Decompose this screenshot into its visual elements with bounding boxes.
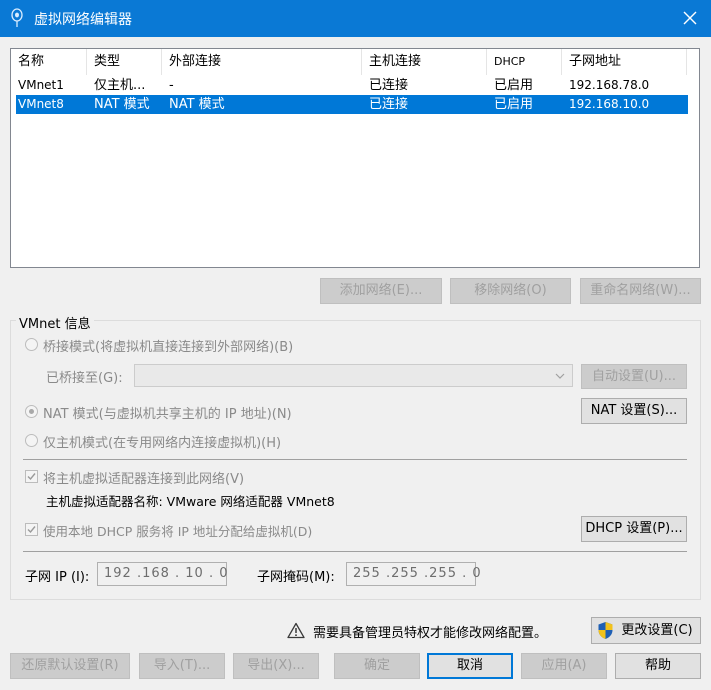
nat-mode-label[interactable]: NAT 模式(与虚拟机共享主机的 IP 地址)(N)	[43, 403, 292, 422]
subnet-mask-field[interactable]: 255 .255 .255 . 0	[346, 562, 481, 586]
network-editor-icon	[11, 8, 23, 27]
auto-settings-button[interactable]: 自动设置(U)...	[581, 364, 687, 389]
list-item[interactable]: VMnet1 仅主机... - 已连接 已启用 192.168.78.0	[16, 76, 688, 95]
column-header-dhcp[interactable]: DHCP	[487, 49, 562, 75]
bridged-mode-label[interactable]: 桥接模式(将虚拟机直接连接到外部网络)(B)	[43, 336, 293, 355]
check-icon	[27, 526, 36, 534]
list-header: 名称 类型 外部连接 主机连接 DHCP 子网地址	[11, 49, 699, 75]
check-icon	[27, 473, 36, 481]
divider	[23, 551, 687, 552]
chevron-down-icon	[555, 373, 565, 379]
bridged-to-select[interactable]	[134, 364, 573, 387]
column-header-type[interactable]: 类型	[87, 49, 162, 75]
change-settings-label: 更改设置(C)	[621, 623, 693, 638]
column-header-host[interactable]: 主机连接	[362, 49, 487, 75]
subnet-ip-label: 子网 IP (I):	[25, 570, 90, 585]
network-subnet: 192.168.10.0	[569, 97, 650, 111]
subnet-ip-field[interactable]: 192 .168 . 10 . 0	[97, 562, 228, 586]
network-host-connection: 已连接	[369, 78, 409, 93]
network-list[interactable]: 名称 类型 外部连接 主机连接 DHCP 子网地址 VMnet1 仅主机... …	[10, 48, 700, 268]
column-header-name[interactable]: 名称	[11, 49, 87, 75]
host-only-mode-radio[interactable]	[25, 434, 38, 447]
apply-button[interactable]: 应用(A)	[521, 653, 607, 679]
column-header-subnet[interactable]: 子网地址	[562, 49, 687, 75]
admin-notice-text: 需要具备管理员特权才能修改网络配置。	[313, 626, 548, 641]
dhcp-settings-button[interactable]: DHCP 设置(P)...	[581, 516, 687, 542]
remove-network-button[interactable]: 移除网络(O)	[450, 278, 571, 304]
cancel-button[interactable]: 取消	[427, 653, 513, 679]
divider	[23, 459, 687, 460]
close-icon[interactable]	[681, 9, 699, 27]
connect-adapter-checkbox[interactable]	[25, 470, 38, 483]
bridged-to-label: 已桥接至(G):	[46, 371, 123, 386]
dhcp-checkbox[interactable]	[25, 523, 38, 536]
network-name: VMnet8	[18, 97, 64, 111]
uac-shield-icon	[598, 622, 613, 639]
network-name: VMnet1	[18, 78, 64, 92]
title-bar: 虚拟网络编辑器	[0, 0, 711, 37]
network-host-connection: 已连接	[369, 97, 409, 112]
vmnet-info-group	[10, 320, 701, 600]
connect-adapter-label[interactable]: 将主机虚拟适配器连接到此网络(V)	[43, 468, 244, 487]
warning-icon	[287, 622, 305, 639]
export-button[interactable]: 导出(X)...	[233, 653, 319, 679]
host-only-mode-label[interactable]: 仅主机模式(在专用网络内连接虚拟机)(H)	[43, 432, 281, 451]
network-external: NAT 模式	[169, 97, 225, 112]
network-dhcp: 已启用	[494, 78, 534, 93]
network-dhcp: 已启用	[494, 97, 534, 112]
rename-network-button[interactable]: 重命名网络(W)...	[580, 278, 701, 304]
nat-settings-button[interactable]: NAT 设置(S)...	[581, 398, 687, 424]
nat-mode-radio[interactable]	[25, 405, 38, 418]
network-type: 仅主机...	[94, 78, 146, 93]
adapter-name-text: 主机虚拟适配器名称: VMware 网络适配器 VMnet8	[46, 494, 335, 509]
vmnet-info-legend: VMnet 信息	[16, 313, 94, 332]
dhcp-label[interactable]: 使用本地 DHCP 服务将 IP 地址分配给虚拟机(D)	[43, 521, 312, 540]
add-network-button[interactable]: 添加网络(E)...	[320, 278, 442, 304]
bridged-mode-radio[interactable]	[25, 338, 38, 351]
subnet-mask-label: 子网掩码(M):	[257, 570, 335, 585]
column-header-external[interactable]: 外部连接	[162, 49, 362, 75]
network-subnet: 192.168.78.0	[569, 78, 650, 92]
restore-defaults-button[interactable]: 还原默认设置(R)	[10, 653, 130, 679]
window-title: 虚拟网络编辑器	[34, 12, 132, 28]
list-item[interactable]: VMnet8 NAT 模式 NAT 模式 已连接 已启用 192.168.10.…	[16, 95, 688, 114]
ok-button[interactable]: 确定	[334, 653, 420, 679]
change-settings-button[interactable]: 更改设置(C)	[591, 617, 701, 644]
import-button[interactable]: 导入(T)...	[139, 653, 225, 679]
network-external: -	[169, 78, 174, 93]
help-button[interactable]: 帮助	[615, 653, 701, 679]
network-type: NAT 模式	[94, 97, 150, 112]
